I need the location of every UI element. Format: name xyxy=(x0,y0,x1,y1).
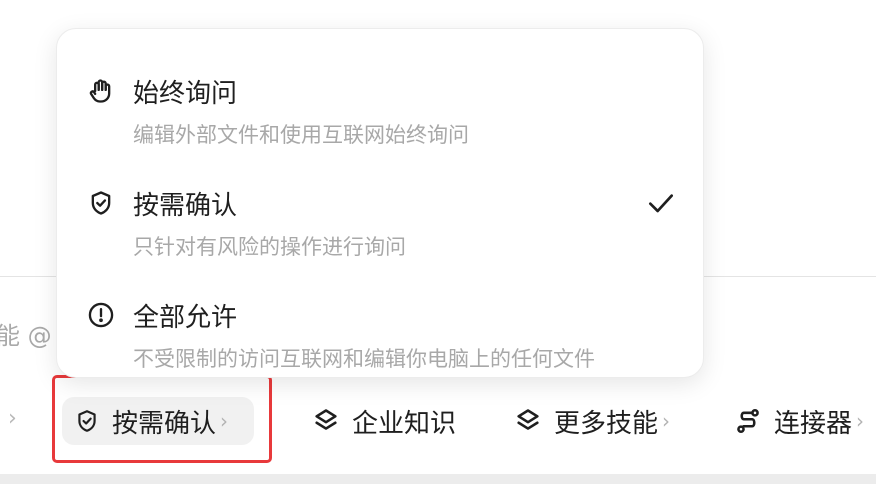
checkmark-icon xyxy=(649,194,673,213)
permission-mode-menu: 始终询问 编辑外部文件和使用互联网始终询问 按需确认 只针对有风险的操作进行询问… xyxy=(56,28,704,378)
highlight-box xyxy=(52,375,272,463)
option-description: 不受限制的访问互联网和编辑你电脑上的任何文件 xyxy=(133,347,595,371)
alert-circle-icon xyxy=(88,302,114,328)
connector-label: 连接器 xyxy=(774,408,853,439)
option-description: 编辑外部文件和使用互联网始终询问 xyxy=(133,123,469,147)
connector-button[interactable]: 连接器 › xyxy=(734,392,864,450)
option-allow-all[interactable]: 全部允许 不受限制的访问互联网和编辑你电脑上的任何文件 xyxy=(57,271,703,371)
option-confirm-on-demand[interactable]: 按需确认 只针对有风险的操作进行询问 xyxy=(57,159,703,259)
hand-icon xyxy=(89,79,111,103)
option-always-ask[interactable]: 始终询问 编辑外部文件和使用互联网始终询问 xyxy=(57,47,703,147)
more-skills-button[interactable]: 更多技能 › xyxy=(514,392,670,450)
layers-icon xyxy=(315,409,337,430)
shield-check-icon xyxy=(91,191,111,215)
scroll-left-chevron-icon[interactable]: › xyxy=(8,406,17,431)
input-placeholder[interactable]: 能 @ xyxy=(0,316,52,351)
knowledge-button[interactable]: 企业知识 xyxy=(312,392,456,450)
option-title: 按需确认 xyxy=(133,191,238,221)
bottom-strip xyxy=(0,474,876,484)
connector-icon xyxy=(737,408,759,434)
chevron-right-icon: › xyxy=(662,409,671,433)
more-skills-label: 更多技能 xyxy=(554,408,659,439)
option-title: 始终询问 xyxy=(133,79,238,109)
knowledge-label: 企业知识 xyxy=(352,408,457,439)
layers-icon xyxy=(517,409,539,430)
option-title: 全部允许 xyxy=(133,303,238,333)
chevron-right-icon: › xyxy=(856,409,865,433)
option-description: 只针对有风险的操作进行询问 xyxy=(133,235,406,259)
